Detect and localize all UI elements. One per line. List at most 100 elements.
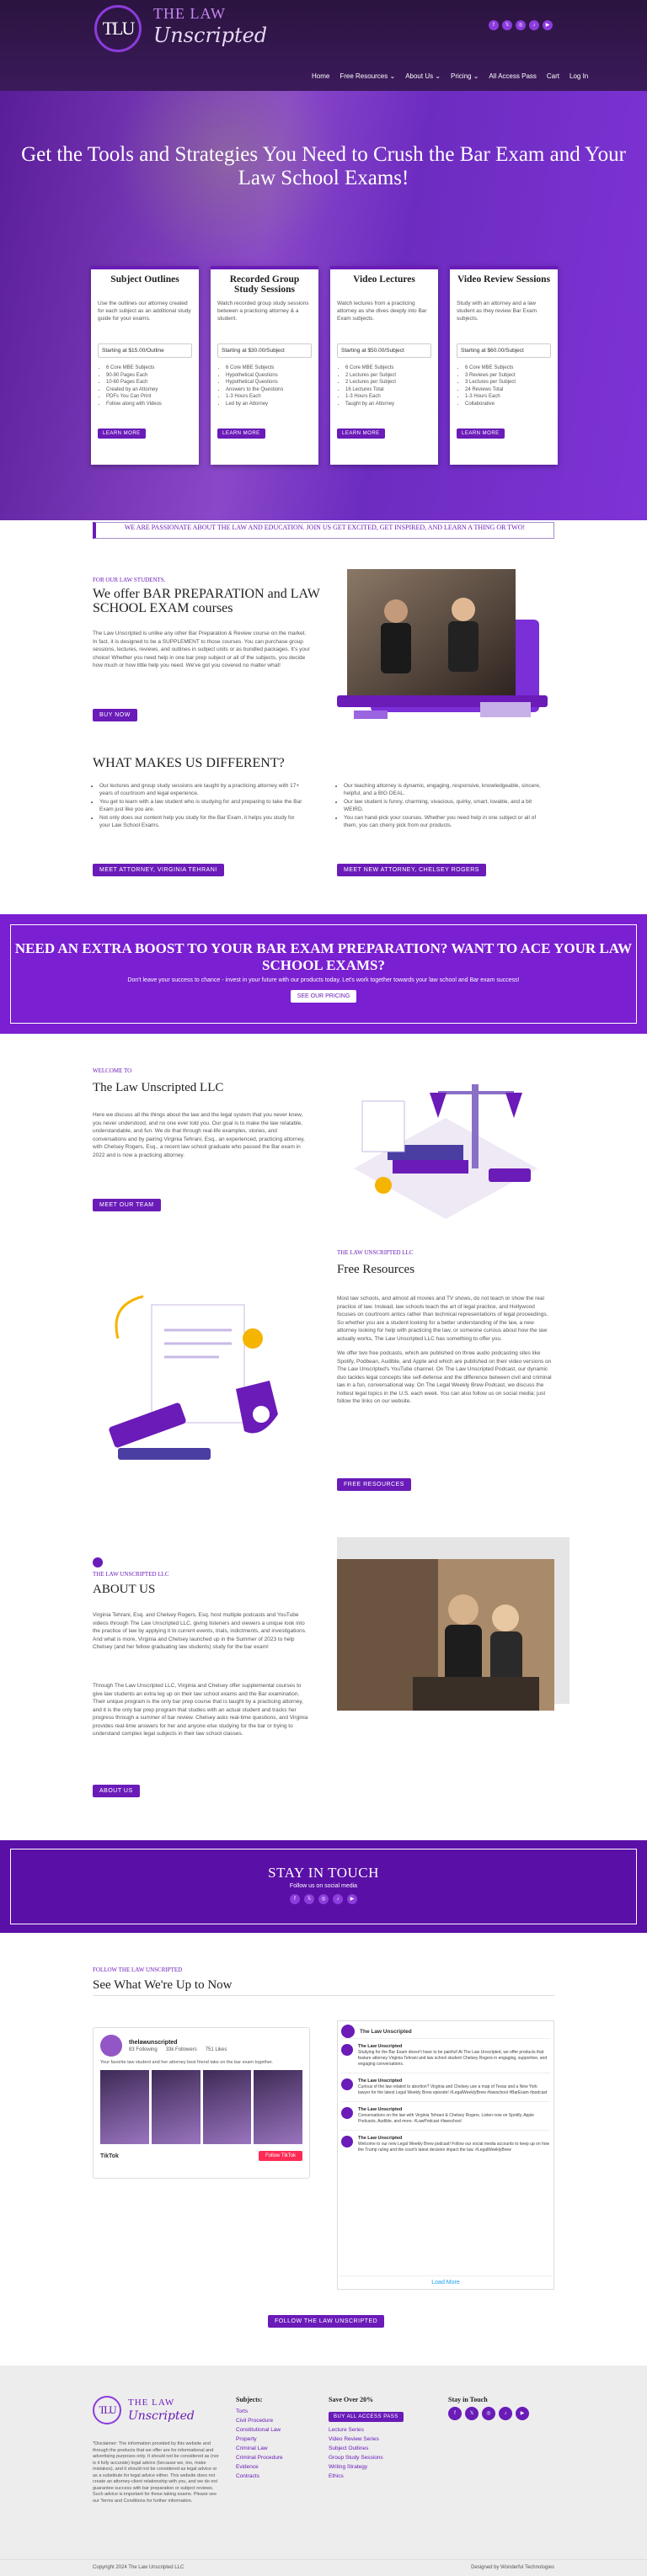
footer-link[interactable]: Civil Procedure <box>236 2416 320 2425</box>
site-header: TLU THE LAW Unscripted f 𝕏 ◎ ♪ ▶ Home Fr… <box>0 0 647 91</box>
meet-our-team-button[interactable]: MEET OUR TEAM <box>93 1199 161 1211</box>
facebook-icon[interactable]: f <box>489 20 499 30</box>
nav-log-in[interactable]: Log In <box>569 72 588 80</box>
tiktok-video-thumb[interactable] <box>254 2070 302 2144</box>
card-feature: 1-3 Hours Each <box>345 393 431 401</box>
footer-link[interactable]: Lecture Series <box>329 2425 438 2435</box>
designer-credit[interactable]: Designed by Wonderful Technologies <box>471 2565 554 2570</box>
free-resources-button[interactable]: FREE RESOURCES <box>337 1478 411 1491</box>
tiktok-icon[interactable]: ♪ <box>333 1894 343 1904</box>
card-feature: 90-90 Pages Each <box>106 372 192 380</box>
tweet[interactable]: The Law Unscripted Studying for the Bar E… <box>341 2038 550 2073</box>
header-socials: f 𝕏 ◎ ♪ ▶ <box>489 20 553 30</box>
nav-free-resources[interactable]: Free Resources ⌄ <box>340 72 395 80</box>
product-card-review: Video Review Sessions Study with an atto… <box>450 266 558 465</box>
nav-pricing[interactable]: Pricing ⌄ <box>451 72 479 80</box>
hosts-laptop-illustration <box>337 569 548 719</box>
tweet[interactable]: The Law Unscripted Conversations on the l… <box>341 2101 550 2130</box>
footer-link[interactable]: Contracts <box>236 2472 320 2481</box>
card-feature: 6 Core MBE Subjects <box>226 365 312 372</box>
avatar <box>341 2107 353 2119</box>
boost-banner: NEED AN EXTRA BOOST TO YOUR BAR EXAM PRE… <box>0 914 647 1034</box>
learn-more-button[interactable]: LEARN MORE <box>98 428 146 439</box>
footer-link[interactable]: Criminal Law <box>236 2444 320 2453</box>
learn-more-button[interactable]: LEARN MORE <box>217 428 265 439</box>
tiktok-embed: thelawunscripted 83 Following 33k Follow… <box>93 2027 310 2179</box>
about-label: THE LAW UNSCRIPTED LLC <box>93 1571 169 1578</box>
avatar[interactable] <box>100 2035 122 2057</box>
footer-save: Save Over 20% BUY ALL ACCESS PASS Lectur… <box>329 2396 438 2481</box>
tiktok-stats: 83 Following 33k Followers 751 Likes <box>129 2047 227 2052</box>
x-icon[interactable]: 𝕏 <box>465 2407 479 2420</box>
nav-all-access-pass[interactable]: All Access Pass <box>489 72 536 80</box>
footer-link[interactable]: Ethics <box>329 2472 438 2481</box>
footer-link[interactable]: Criminal Procedure <box>236 2453 320 2462</box>
facebook-icon[interactable]: f <box>448 2407 462 2420</box>
footer-link[interactable]: Property <box>236 2435 320 2444</box>
meet-chelsey-button[interactable]: MEET NEW ATTORNEY, CHELSEY ROGERS <box>337 864 486 876</box>
avatar[interactable] <box>341 2025 355 2038</box>
about-us-button[interactable]: ABOUT US <box>93 1785 140 1797</box>
see-pricing-button[interactable]: SEE OUR PRICING <box>290 990 357 1003</box>
intro-title: We offer BAR PREPARATION and LAW SCHOOL … <box>93 587 320 615</box>
law-books-illustration <box>354 1084 537 1219</box>
instagram-icon[interactable]: ◎ <box>482 2407 495 2420</box>
footer-link[interactable]: Subject Outlines <box>329 2444 438 2453</box>
footer-link[interactable]: Writing Strategy <box>329 2462 438 2472</box>
stay-in-touch-section: STAY IN TOUCH Follow us on social media … <box>0 1840 647 1933</box>
card-feature: 2 Lectures per Subject <box>345 372 431 380</box>
buy-all-access-button[interactable]: BUY ALL ACCESS PASS <box>329 2412 404 2422</box>
different-left: Our lectures and group study sessions ar… <box>93 783 303 831</box>
youtube-icon[interactable]: ▶ <box>347 1894 357 1904</box>
nav-cart[interactable]: Cart <box>547 72 559 80</box>
twitter-account-name[interactable]: The Law Unscripted <box>360 2029 412 2035</box>
welcome-body: Here we discuss all the things about the… <box>93 1112 305 1158</box>
tiktok-handle[interactable]: thelawunscripted <box>129 2040 227 2046</box>
load-more-button[interactable]: Load More <box>340 2275 552 2286</box>
tiktok-video-thumb[interactable] <box>151 2070 201 2144</box>
youtube-icon[interactable]: ▶ <box>543 20 553 30</box>
twitter-header: The Law Unscripted <box>341 2025 550 2038</box>
avatar <box>341 2136 353 2148</box>
facebook-icon[interactable]: f <box>290 1894 300 1904</box>
tweet[interactable]: The Law Unscripted Curious of the law rel… <box>341 2073 550 2101</box>
x-icon[interactable]: 𝕏 <box>304 1894 314 1904</box>
tiktok-logo: TikTok <box>100 2153 119 2159</box>
tweet-text: Curious of the law related to abortion? … <box>358 2084 548 2095</box>
free-title: Free Resources <box>337 1263 415 1276</box>
follow-label: FOLLOW THE LAW UNSCRIPTED <box>93 1967 183 1973</box>
tiktok-follow-button[interactable]: Follow TikTok <box>258 2151 302 2161</box>
card-price: Starting at $50.00/Subject <box>337 343 431 358</box>
instagram-icon[interactable]: ◎ <box>516 20 526 30</box>
footer-heading: Subjects: <box>236 2396 263 2403</box>
footer-link[interactable]: Video Review Series <box>329 2435 438 2444</box>
card-feature: Answers to the Questions <box>226 386 312 394</box>
footer-link[interactable]: Torts <box>236 2407 320 2416</box>
tiktok-icon[interactable]: ♪ <box>499 2407 512 2420</box>
footer-logo[interactable]: TLU THE LAW Unscripted <box>93 2396 219 2430</box>
nav-about-us[interactable]: About Us ⌄ <box>405 72 441 80</box>
youtube-icon[interactable]: ▶ <box>516 2407 529 2420</box>
follow-button[interactable]: FOLLOW THE LAW UNSCRIPTED <box>268 2315 385 2328</box>
footer-disclaimer: *Disclaimer: The information provided by… <box>93 2441 219 2504</box>
instagram-icon[interactable]: ◎ <box>318 1894 329 1904</box>
card-feature: 6 Core MBE Subjects <box>465 365 551 372</box>
meet-virginia-button[interactable]: MEET ATTORNEY, VIRGINIA TEHRANI <box>93 864 224 876</box>
tiktok-icon[interactable]: ♪ <box>529 20 539 30</box>
learn-more-button[interactable]: LEARN MORE <box>337 428 385 439</box>
tweet-text: Welcome to our new Legal Weekly Brew pod… <box>358 2142 550 2153</box>
different-point: You get to learn with a law student who … <box>99 799 303 813</box>
product-card-lectures: Video Lectures Watch lectures from a pra… <box>330 266 438 465</box>
different-point: Our lectures and group study sessions ar… <box>99 783 303 797</box>
nav-home[interactable]: Home <box>312 72 329 80</box>
x-icon[interactable]: 𝕏 <box>502 20 512 30</box>
learn-more-button[interactable]: LEARN MORE <box>457 428 505 439</box>
tweet[interactable]: The Law Unscripted Welcome to our new Leg… <box>341 2130 550 2158</box>
site-logo[interactable]: TLU THE LAW Unscripted <box>93 2 286 59</box>
tiktok-video-thumb[interactable] <box>100 2070 149 2144</box>
footer-link[interactable]: Evidence <box>236 2462 320 2472</box>
footer-link[interactable]: Constitutional Law <box>236 2425 320 2435</box>
tiktok-video-thumb[interactable] <box>202 2070 252 2144</box>
footer-link[interactable]: Group Study Sessions <box>329 2453 438 2462</box>
buy-now-button[interactable]: BUY NOW <box>93 709 137 721</box>
